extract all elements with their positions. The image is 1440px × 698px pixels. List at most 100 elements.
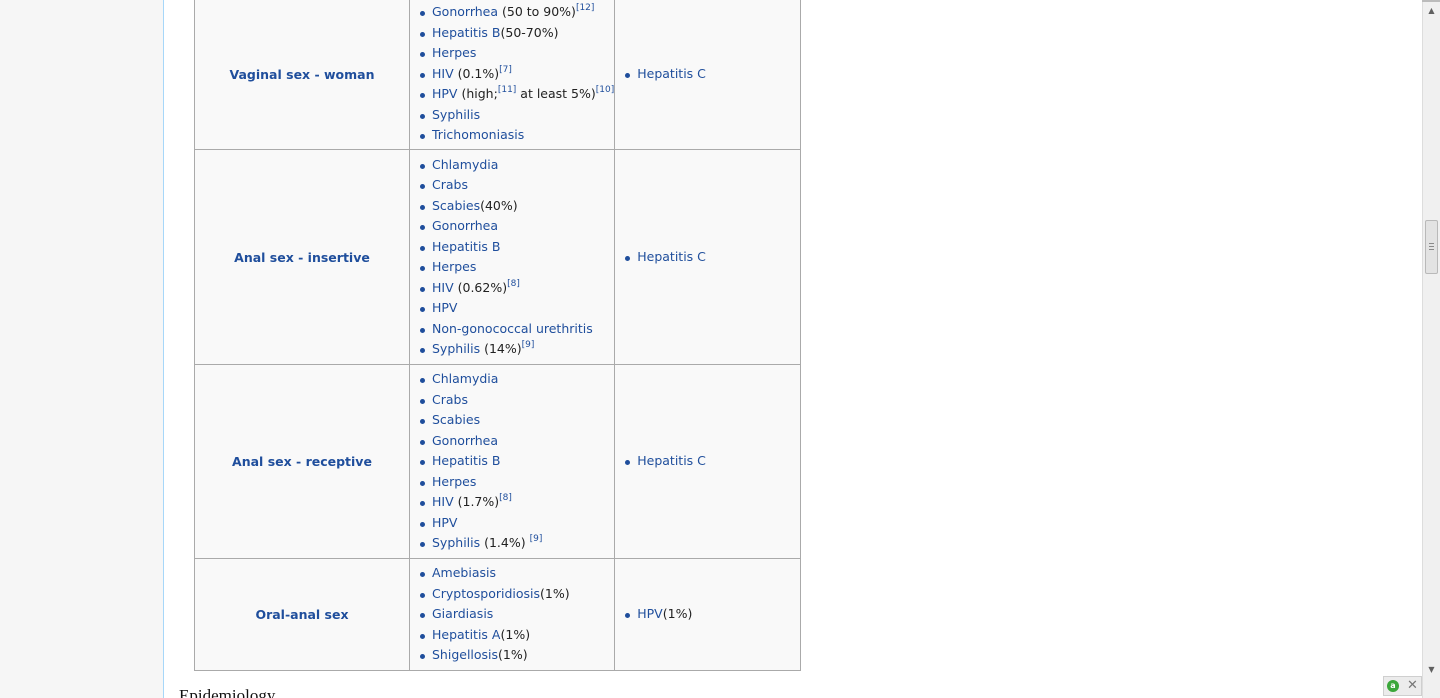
- infection-link[interactable]: Chlamydia: [432, 157, 498, 172]
- citation-link[interactable]: [11]: [498, 85, 516, 95]
- infection-link[interactable]: Trichomoniasis: [432, 127, 524, 142]
- infection-link[interactable]: Chlamydia: [432, 371, 498, 386]
- table-row: Anal sex - receptive Chlamydia Crabs Sca…: [194, 364, 802, 559]
- risk-note: (0.62%): [453, 279, 508, 295]
- infection-link[interactable]: HPV: [432, 300, 458, 315]
- risk-note: (50-70%): [500, 24, 559, 40]
- citation-link[interactable]: [10]: [596, 85, 614, 95]
- infection-list: Chlamydia Crabs Scabies Gonorrhea Hepati…: [410, 369, 614, 554]
- infection-link[interactable]: Cryptosporidiosis: [432, 586, 540, 601]
- grip-icon: [1429, 246, 1434, 247]
- infection-link[interactable]: Shigellosis: [432, 647, 498, 662]
- list-item: Gonorrhea (50 to 90%)[12]: [419, 2, 614, 23]
- infection-link[interactable]: Giardiasis: [432, 606, 493, 621]
- infection-link[interactable]: Gonorrhea: [432, 433, 498, 448]
- infection-link[interactable]: Hepatitis C: [637, 453, 706, 468]
- infection-link[interactable]: Syphilis: [432, 341, 480, 356]
- list-item: Syphilis (1.4%) [9]: [419, 533, 614, 554]
- infection-link[interactable]: Hepatitis B: [432, 239, 501, 254]
- infection-list: Hepatitis C: [615, 64, 800, 85]
- extension-toolbar: a ✕: [1383, 676, 1422, 696]
- list-item: Gonorrhea: [419, 431, 614, 452]
- infection-link[interactable]: HIV: [432, 66, 454, 81]
- infection-list: Amebiasis Cryptosporidiosis(1%) Giardias…: [410, 563, 614, 666]
- risk-note: (1%): [540, 585, 570, 601]
- infection-link[interactable]: Crabs: [432, 177, 468, 192]
- infection-list: Hepatitis C: [615, 451, 800, 472]
- infection-link[interactable]: Herpes: [432, 259, 476, 274]
- list-item: Non-gonococcal urethritis: [419, 319, 614, 340]
- risk-note: (1.7%): [453, 494, 500, 510]
- infection-link[interactable]: Herpes: [432, 474, 476, 489]
- grip-icon: [1429, 243, 1434, 244]
- infection-link[interactable]: Non-gonococcal urethritis: [432, 321, 593, 336]
- table-row: Oral-anal sex Amebiasis Cryptosporidiosi…: [194, 558, 802, 671]
- infection-link[interactable]: Gonorrhea: [432, 218, 498, 233]
- table-row: Anal sex - insertive Chlamydia Crabs Sca…: [194, 149, 802, 365]
- risk-note: (50 to 90%): [498, 4, 576, 20]
- high-risk-cell: Chlamydia Crabs Scabies(40%) Gonorrhea H…: [408, 149, 616, 365]
- infection-list: Hepatitis C: [615, 247, 800, 268]
- infection-link[interactable]: HPV: [432, 515, 458, 530]
- low-risk-cell: Hepatitis C: [614, 364, 802, 559]
- row-header-link[interactable]: Anal sex - insertive: [234, 250, 370, 265]
- citation-link[interactable]: [9]: [530, 534, 543, 544]
- list-item: Hepatitis B: [419, 237, 614, 258]
- list-item: Trichomoniasis: [419, 125, 614, 146]
- infection-link[interactable]: HPV: [432, 86, 458, 101]
- scroll-thumb[interactable]: [1425, 220, 1438, 274]
- row-header-link[interactable]: Vaginal sex - woman: [230, 67, 375, 82]
- scroll-down-arrow-icon[interactable]: ▼: [1423, 661, 1440, 678]
- low-risk-cell: HPV(1%): [614, 558, 802, 671]
- infection-link[interactable]: Scabies: [432, 198, 480, 213]
- infection-link[interactable]: Hepatitis C: [637, 66, 706, 81]
- infection-link[interactable]: Crabs: [432, 392, 468, 407]
- citation-link[interactable]: [12]: [576, 3, 594, 13]
- section-heading: Epidemiology: [179, 686, 276, 698]
- infection-link[interactable]: Hepatitis B: [432, 453, 501, 468]
- scroll-up-arrow-icon[interactable]: ▲: [1423, 2, 1440, 19]
- low-risk-cell: Hepatitis C: [614, 149, 802, 365]
- vertical-scrollbar[interactable]: ▲ ▼: [1422, 2, 1440, 698]
- infection-link[interactable]: Scabies: [432, 412, 480, 427]
- infection-link[interactable]: Syphilis: [432, 107, 480, 122]
- citation-link[interactable]: [9]: [522, 340, 535, 350]
- list-item: Herpes: [419, 43, 614, 64]
- list-item: Hepatitis B: [419, 451, 614, 472]
- table-row: Vaginal sex - woman Gonorrhea (50 to 90%…: [194, 0, 802, 150]
- risk-note: at least 5%): [516, 86, 596, 102]
- citation-link[interactable]: [8]: [499, 493, 512, 503]
- citation-link[interactable]: [7]: [499, 65, 512, 75]
- row-header-link[interactable]: Oral-anal sex: [255, 607, 348, 622]
- row-header-link[interactable]: Anal sex - receptive: [232, 454, 372, 469]
- infection-link[interactable]: Syphilis: [432, 535, 480, 550]
- list-item: Chlamydia: [419, 369, 614, 390]
- list-item: Herpes: [419, 257, 614, 278]
- infection-link[interactable]: Amebiasis: [432, 565, 496, 580]
- close-icon[interactable]: ✕: [1407, 678, 1418, 694]
- list-item: Scabies(40%): [419, 196, 614, 217]
- row-header: Oral-anal sex: [194, 558, 410, 671]
- infection-link[interactable]: Gonorrhea: [432, 4, 498, 19]
- list-item: Cryptosporidiosis(1%): [419, 584, 614, 605]
- infection-link[interactable]: Hepatitis B: [432, 25, 501, 40]
- low-risk-cell: Hepatitis C: [614, 0, 802, 150]
- infection-list: Chlamydia Crabs Scabies(40%) Gonorrhea H…: [410, 155, 614, 360]
- citation-link[interactable]: [8]: [507, 279, 520, 289]
- sidebar: [0, 0, 163, 698]
- high-risk-cell: Gonorrhea (50 to 90%)[12] Hepatitis B(50…: [408, 0, 616, 150]
- infection-link[interactable]: Herpes: [432, 45, 476, 60]
- infection-link[interactable]: Hepatitis C: [637, 249, 706, 264]
- infection-link[interactable]: HPV: [637, 606, 663, 621]
- infection-link[interactable]: HIV: [432, 280, 454, 295]
- risk-note: (1.4%): [480, 535, 530, 551]
- list-item: HPV (high;[11] at least 5%)[10]: [419, 84, 614, 105]
- infection-link[interactable]: Hepatitis A: [432, 627, 500, 642]
- shield-icon[interactable]: a: [1387, 680, 1399, 692]
- list-item: Hepatitis B(50-70%): [419, 23, 614, 44]
- list-item: Crabs: [419, 390, 614, 411]
- risk-note: (14%): [480, 341, 522, 356]
- infection-link[interactable]: HIV: [432, 494, 454, 509]
- list-item: Scabies: [419, 410, 614, 431]
- risk-note: (1%): [662, 606, 693, 622]
